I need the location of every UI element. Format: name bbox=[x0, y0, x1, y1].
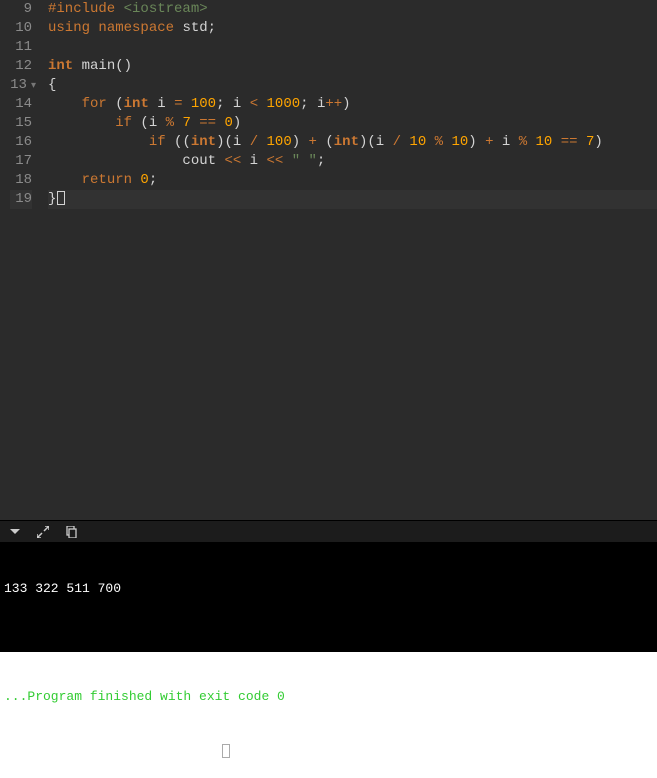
code-line[interactable]: int main() bbox=[48, 57, 657, 76]
code-line[interactable]: for (int i = 100; i < 1000; i++) bbox=[48, 95, 657, 114]
code-line[interactable]: if (i % 7 == 0) bbox=[48, 114, 657, 133]
line-number: 11 bbox=[10, 38, 32, 57]
dropdown-icon[interactable] bbox=[8, 525, 22, 539]
line-number: 15 bbox=[10, 114, 32, 133]
code-line[interactable]: #include <iostream> bbox=[48, 0, 657, 19]
copy-icon[interactable] bbox=[64, 525, 78, 539]
output-console[interactable]: 133 322 511 700 ...Program finished with… bbox=[0, 542, 657, 652]
console-blank bbox=[4, 634, 653, 652]
console-prompt: Press ENTER to exit console. bbox=[4, 742, 653, 760]
console-output: 133 322 511 700 bbox=[4, 580, 653, 598]
code-line[interactable]: return 0; bbox=[48, 171, 657, 190]
console-status: ...Program finished with exit code 0 bbox=[4, 688, 653, 706]
line-number: 17 bbox=[10, 152, 32, 171]
line-number: 18 bbox=[10, 171, 32, 190]
line-number: 13 bbox=[10, 76, 32, 95]
line-number: 19 bbox=[10, 190, 32, 209]
code-line[interactable]: { bbox=[48, 76, 657, 95]
line-number: 12 bbox=[10, 57, 32, 76]
code-content[interactable]: #include <iostream>using namespace std; i… bbox=[40, 0, 657, 520]
code-line[interactable]: using namespace std; bbox=[48, 19, 657, 38]
code-line[interactable]: if ((int)(i / 100) + (int)(i / 10 % 10) … bbox=[48, 133, 657, 152]
line-number-gutter: 910111213141516171819 bbox=[0, 0, 40, 520]
line-number: 10 bbox=[10, 19, 32, 38]
fullscreen-icon[interactable] bbox=[36, 525, 50, 539]
line-number: 16 bbox=[10, 133, 32, 152]
editor-cursor-icon bbox=[57, 191, 65, 205]
code-line[interactable] bbox=[48, 38, 657, 57]
line-number: 9 bbox=[10, 0, 32, 19]
code-line[interactable]: } bbox=[48, 190, 657, 209]
code-line[interactable]: cout << i << " "; bbox=[48, 152, 657, 171]
line-number: 14 bbox=[10, 95, 32, 114]
console-cursor-icon bbox=[222, 744, 230, 758]
console-toolbar bbox=[0, 520, 657, 542]
code-editor[interactable]: 910111213141516171819 #include <iostream… bbox=[0, 0, 657, 520]
